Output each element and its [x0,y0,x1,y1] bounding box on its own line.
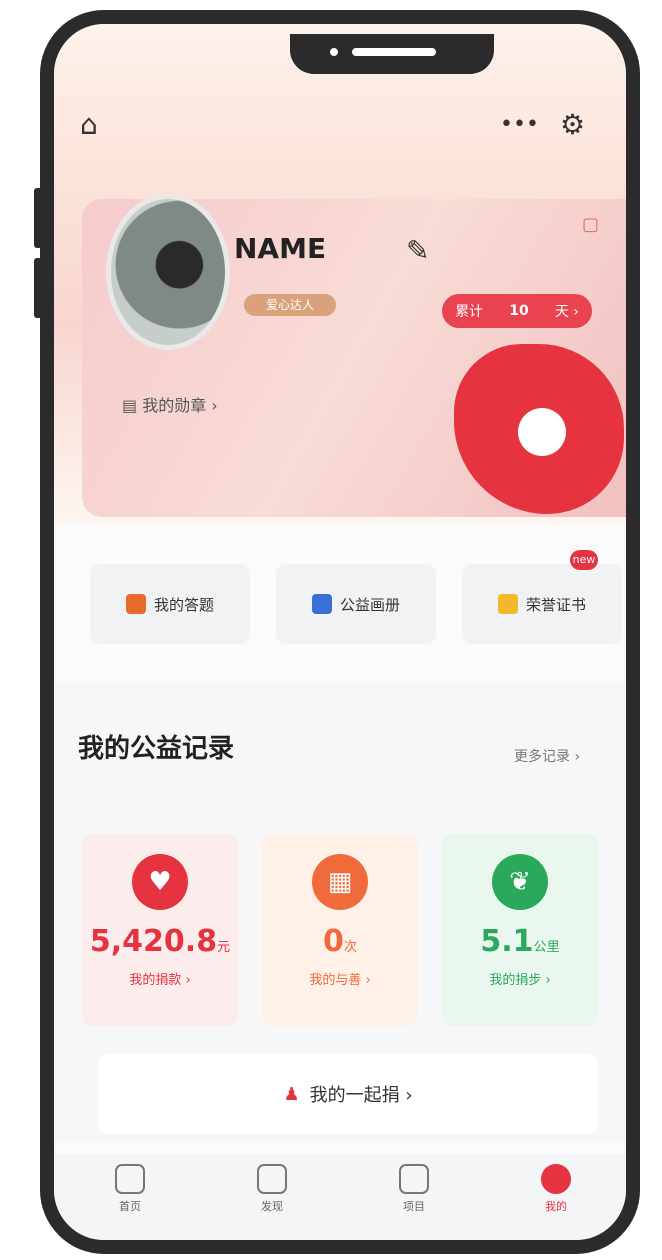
tab-home[interactable]: 首页 [90,1164,170,1214]
people-icon: ♟ [283,1083,300,1105]
donation-label: 我的捐款 › [129,973,191,988]
more-records-link[interactable]: 更多记录 › [514,746,580,766]
medal-icon: ▤ [122,396,138,415]
home-tab-icon [115,1164,145,1194]
medal-link-label: 我的勋章 › [142,396,218,415]
quiz-icon [125,594,146,614]
new-badge: new [570,550,598,570]
card-corner-icon[interactable]: ▢ [582,214,599,235]
shortcut-certificate[interactable]: 荣誉证书 [462,564,622,644]
stats-value: 10 [509,303,529,319]
flower-center [518,408,566,456]
shortcut-row: 我的答题 公益画册 荣誉证书 [90,564,626,654]
tab-discover[interactable]: 发现 [232,1164,312,1214]
avatar[interactable] [106,194,230,350]
donation-value: 5,420.8元 [89,924,231,959]
profile-name: NAME [234,232,327,265]
goodness-label: 我的与善 › [309,973,371,988]
phone-frame: ⌂ ••• ⚙ NAME ✎ 爱心达人 累计 10 天 › ▢ ▤ 我的勋章 ›… [40,10,640,1254]
tab-projects[interactable]: 项目 [374,1164,454,1214]
discover-tab-icon [257,1164,287,1194]
album-icon [311,594,332,614]
tab-mine[interactable]: 我的 [516,1164,596,1214]
stats-pill[interactable]: 累计 10 天 › [442,294,592,328]
home-icon[interactable]: ⌂ [80,108,98,141]
tab-label: 首页 [119,1200,141,1213]
tab-bar: 首页 发现 项目 我的 [54,1154,626,1240]
tab-label: 发现 [261,1200,283,1213]
steps-value: 5.1公里 [480,924,560,959]
goodness-card[interactable]: ▦ 0次 我的与善 › [262,834,418,1026]
records-title: 我的公益记录 [78,734,235,764]
projects-tab-icon [399,1164,429,1194]
donation-card[interactable]: ♥ 5,420.8元 我的捐款 › [82,834,238,1026]
shortcut-answer[interactable]: 我的答题 [90,564,250,644]
notch [290,34,494,74]
edit-icon[interactable]: ✎ [406,234,429,267]
leaf-icon: ❦ [492,854,548,910]
medal-link[interactable]: ▤ 我的勋章 › [122,392,218,416]
together-donate-button[interactable]: ♟ 我的一起捐 › [98,1054,598,1134]
heart-hand-icon: ♥ [132,854,188,910]
more-icon[interactable]: ••• [500,112,539,137]
tab-label: 我的 [545,1200,567,1213]
camera-dot [330,48,338,56]
user-level-badge: 爱心达人 [244,294,336,316]
steps-label: 我的捐步 › [489,973,551,988]
shortcut-label: 我的答题 [153,595,214,614]
steps-card[interactable]: ❦ 5.1公里 我的捐步 › [442,834,598,1026]
stats-right: 天 › [554,304,579,320]
screen: ⌂ ••• ⚙ NAME ✎ 爱心达人 累计 10 天 › ▢ ▤ 我的勋章 ›… [54,24,626,1240]
mine-tab-icon [541,1164,571,1194]
tab-label: 项目 [403,1200,425,1213]
shortcut-label: 荣誉证书 [525,595,586,614]
settings-icon[interactable]: ⚙ [560,108,585,141]
shortcut-label: 公益画册 [339,595,400,614]
together-label: 我的一起捐 › [309,1085,413,1106]
goodness-value: 0次 [323,924,357,959]
stats-left: 累计 [455,304,484,320]
calendar-icon: ▦ [312,854,368,910]
certificate-icon [497,594,518,614]
shortcut-album[interactable]: 公益画册 [276,564,436,644]
speaker-bar [352,48,436,56]
